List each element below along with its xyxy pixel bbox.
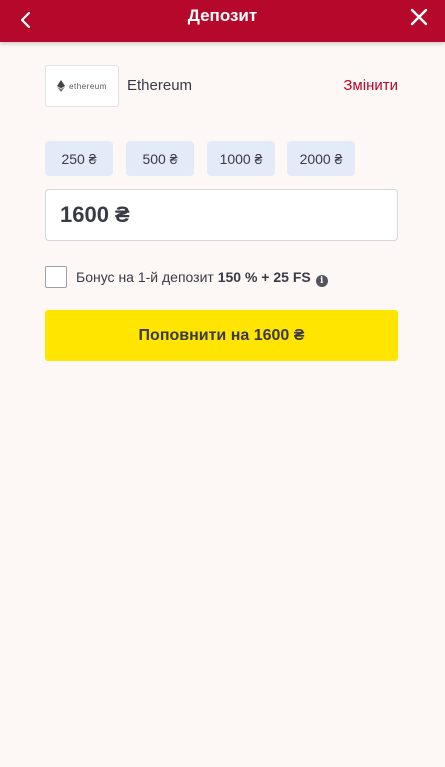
bonus-row: Бонус на 1-й депозит 150 % + 25 FS i [45,266,405,288]
amount-value: 1600 ₴ [60,202,130,227]
ethereum-logo: ethereum [45,65,119,107]
deposit-submit-button[interactable]: Поповнити на 1600 ₴ [45,310,398,361]
amount-input[interactable]: 1600 ₴ [45,189,398,241]
close-icon [410,8,428,26]
ethereum-logo-text: ethereum [69,81,107,91]
quick-amount-500[interactable]: 500 ₴ [126,141,194,176]
bonus-highlight: 150 % + 25 FS [217,269,311,285]
info-icon[interactable]: i [315,275,328,287]
quick-amount-2000[interactable]: 2000 ₴ [287,141,355,176]
payment-method-name: Ethereum [127,77,193,94]
payment-method-row: ethereum Ethereum Змінити [45,65,398,107]
bonus-label-text: Бонус на 1-й депозит [76,269,218,285]
header-bar: Депозит [0,0,445,42]
ethereum-icon [57,80,66,92]
close-button[interactable] [407,5,431,29]
quick-amount-1000[interactable]: 1000 ₴ [207,141,275,176]
change-method-link[interactable]: Змінити [343,77,398,94]
bonus-checkbox[interactable] [45,266,67,288]
page-title: Депозит [187,6,258,25]
quick-amount-250[interactable]: 250 ₴ [45,141,113,176]
bonus-label: Бонус на 1-й депозит 150 % + 25 FS i [76,269,328,287]
